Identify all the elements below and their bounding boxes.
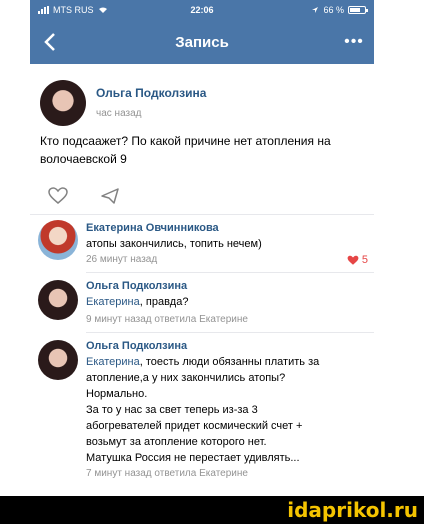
post-author-name[interactable]: Ольга Подколзина	[96, 86, 206, 100]
watermark-band: idaprikol.ru	[0, 496, 424, 524]
comment-avatar[interactable]	[38, 280, 78, 320]
comment-text: Екатерина, правда?	[86, 294, 188, 310]
post-time: час назад	[96, 108, 142, 119]
watermark-logo: idaprikol.ru	[287, 498, 418, 522]
wifi-icon	[98, 7, 107, 13]
comment-author[interactable]: Ольга Подколзина	[86, 340, 187, 352]
heart-icon	[48, 187, 68, 204]
post-text: Кто подсаажет? По какой причине нет атоп…	[40, 134, 331, 166]
comment-text-line: Нормально.	[86, 388, 148, 400]
comment-text-body: , правда?	[139, 296, 189, 308]
comment-avatar[interactable]	[38, 340, 78, 380]
signal-icon	[38, 6, 49, 14]
status-bar: MTS RUS 22:06 66 %	[30, 0, 374, 20]
comment-like-button[interactable]: 5	[347, 254, 368, 266]
comment-time: 7 минут назад ответила Екатерине	[86, 468, 248, 479]
comment-text-line: , тоесть люди обязанны платить за	[139, 356, 320, 368]
heart-filled-icon	[347, 255, 359, 265]
carrier-name: MTS RUS	[53, 5, 94, 15]
page-title: Запись	[175, 33, 229, 51]
comment-avatar[interactable]	[38, 220, 78, 260]
battery-percent: 66 %	[323, 5, 344, 15]
battery-icon	[347, 6, 368, 14]
reply-mention-link[interactable]: Екатерина	[86, 356, 140, 368]
comment-separator	[86, 332, 374, 333]
comment-time: 26 минут назад	[86, 254, 158, 265]
comment-text-line: Матушка Россия не перестает удивлять...	[86, 452, 300, 464]
post-divider	[30, 214, 374, 215]
comment-author[interactable]: Ольга Подколзина	[86, 280, 187, 292]
comment-text-line: атопление,а у них закончились атопы?	[86, 372, 286, 384]
share-icon	[101, 188, 119, 204]
like-button[interactable]	[46, 184, 70, 208]
post-view: Ольга Подколзина час назад Кто подсаажет…	[30, 64, 374, 496]
comment-separator	[86, 272, 374, 273]
back-button[interactable]	[30, 20, 70, 64]
comment-text: атопы закончились, топить нечем)	[86, 238, 262, 250]
like-count: 5	[361, 254, 368, 266]
status-time: 22:06	[190, 5, 214, 15]
comment-text-line: абогревателей придет космический счет +	[86, 420, 303, 432]
comment-text: Екатерина, тоесть люди обязанны платить …	[86, 354, 370, 466]
post-author-avatar[interactable]	[40, 80, 86, 126]
share-button[interactable]	[98, 184, 122, 208]
more-button[interactable]: •••	[334, 20, 374, 64]
comment-time: 9 минут назад ответила Екатерине	[86, 314, 248, 325]
comment-author[interactable]: Екатерина Овчинникова	[86, 222, 219, 234]
nav-bar: Запись •••	[30, 20, 374, 64]
reply-mention-link[interactable]: Екатерина	[86, 296, 140, 308]
chevron-left-icon	[44, 33, 55, 51]
comment-text-line: За то у нас за свет теперь из-за 3	[86, 404, 258, 416]
location-arrow-icon	[312, 7, 319, 13]
comment-text-line: возьмут за атопление которого нет.	[86, 436, 267, 448]
